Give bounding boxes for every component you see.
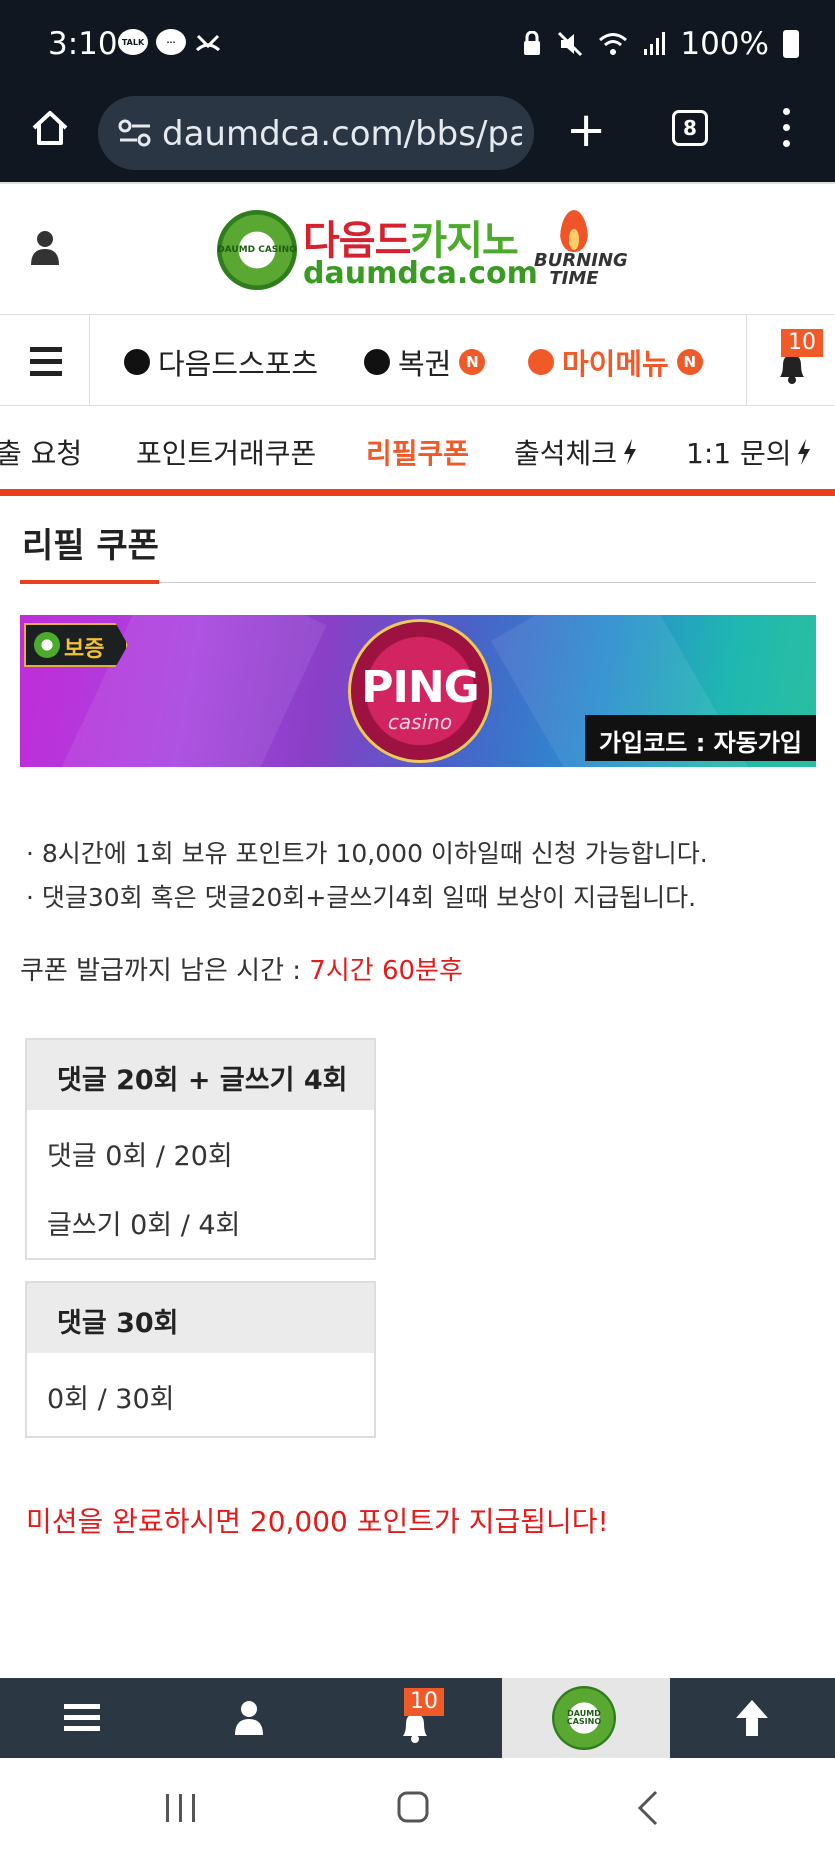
- dot-icon: [124, 349, 150, 375]
- casino-badge-icon: DAUMD CASINO: [552, 1686, 616, 1750]
- user-icon[interactable]: [234, 1700, 264, 1736]
- mission-header: 댓글 30회: [27, 1283, 374, 1353]
- new-tab-icon[interactable]: +: [566, 106, 606, 154]
- wifi-icon: [599, 33, 628, 55]
- site-settings-icon[interactable]: [118, 118, 152, 148]
- dot-icon: [528, 349, 554, 375]
- burning-time-logo[interactable]: BURNING TIME: [530, 208, 628, 292]
- status-bar: 3:10 TALK ··· 100%: [0, 0, 835, 90]
- notification-count: 10: [781, 329, 823, 357]
- flame-icon: [560, 210, 588, 252]
- nav-item-lottery[interactable]: 복권 N: [364, 341, 486, 383]
- warranty-badge: 보증: [24, 623, 128, 667]
- mission-header: 댓글 20회 + 글쓰기 4회: [27, 1040, 374, 1110]
- site-header: DAUMD CASINO 다음드카지노 daumdca.com BURNING …: [0, 182, 835, 314]
- remaining-time-value: 7시간 60분후: [309, 956, 463, 986]
- site-logo[interactable]: DAUMD CASINO 다음드카지노 daumdca.com: [217, 206, 538, 292]
- ping-casino-logo: PING casino: [348, 619, 492, 763]
- status-left-icons: TALK ···: [118, 28, 222, 56]
- home-icon[interactable]: [28, 106, 72, 150]
- mission-progress: 글쓰기 0회 / 4회: [47, 1210, 241, 1241]
- tab-switcher-button[interactable]: 8: [672, 110, 708, 146]
- kakaotalk-icon: TALK: [118, 29, 148, 55]
- reward-message: 미션을 완료하시면 20,000 포인트가 지급됩니다!: [26, 1505, 609, 1538]
- mute-icon: [558, 31, 583, 57]
- dot-icon: [364, 349, 390, 375]
- nav-item-sports[interactable]: 다음드스포츠: [124, 341, 318, 383]
- mission-box: 댓글 30회 0회 / 30회: [25, 1281, 376, 1438]
- main-nav: 다음드스포츠 복권 N 마이메뉴 N 10: [0, 314, 835, 407]
- notification-button[interactable]: 10: [746, 315, 835, 407]
- browser-toolbar: daumdca.com/bbs/page + 8: [0, 90, 835, 182]
- recent-apps-icon[interactable]: [164, 1792, 198, 1824]
- menu-button[interactable]: [0, 315, 90, 407]
- sub-nav: 출 요청 포인트거래쿠폰 리필쿠폰 출석체크 1:1 문의: [0, 406, 835, 496]
- sub-nav-inquiry[interactable]: 1:1 문의: [686, 432, 811, 472]
- battery-icon: [783, 30, 799, 58]
- info-line: · 댓글30회 혹은 댓글20회+글쓰기4회 일때 보상이 지급됩니다.: [26, 883, 697, 912]
- more-options-icon[interactable]: [780, 108, 792, 148]
- title-underline: [20, 580, 159, 584]
- nav-item-mymenu[interactable]: 마이메뉴 N: [528, 341, 703, 383]
- join-code-label: 가입코드 : 자동가입: [585, 715, 816, 761]
- ad-banner[interactable]: 보증 PING casino 가입코드 : 자동가입: [20, 615, 816, 767]
- missed-call-icon: [195, 34, 221, 52]
- url-text[interactable]: daumdca.com/bbs/page: [162, 114, 522, 154]
- lightning-icon: [798, 439, 811, 465]
- lock-icon: [524, 31, 541, 55]
- sub-nav-point-trade-coupon[interactable]: 포인트거래쿠폰: [136, 432, 316, 472]
- mission-progress: 0회 / 30회: [47, 1384, 175, 1415]
- info-line: · 8시간에 1회 보유 포인트가 10,000 이하일때 신청 가능합니다.: [26, 839, 708, 868]
- android-nav-bar: [0, 1758, 835, 1856]
- menu-icon[interactable]: [64, 1702, 100, 1734]
- user-icon[interactable]: [30, 230, 60, 266]
- status-time: 3:10: [48, 26, 118, 62]
- battery-percent: 100%: [680, 26, 769, 62]
- sub-nav-attendance[interactable]: 출석체크: [514, 432, 637, 472]
- home-logo-button[interactable]: DAUMD CASINO: [502, 1678, 670, 1758]
- burning-time-text: BURNING TIME: [534, 250, 628, 289]
- casino-badge-icon: DAUMD CASINO: [217, 210, 297, 290]
- bottom-bar: 10 DAUMD CASINO: [0, 1678, 835, 1758]
- sub-nav-refill-coupon[interactable]: 리필쿠폰: [366, 432, 469, 472]
- signal-icon: [644, 32, 666, 55]
- page-title: 리필 쿠폰: [22, 526, 159, 566]
- address-bar[interactable]: daumdca.com/bbs/page: [98, 96, 534, 170]
- new-badge: N: [676, 349, 703, 375]
- new-badge: N: [459, 349, 486, 375]
- coupon-remaining-time: 쿠폰 발급까지 남은 시간 : 7시간 60분후: [20, 956, 463, 986]
- lightning-icon: [624, 439, 637, 465]
- status-right-icons: 100%: [522, 26, 799, 62]
- mission-progress: 댓글 0회 / 20회: [47, 1141, 233, 1172]
- hamburger-icon: [30, 347, 62, 352]
- back-icon[interactable]: [636, 1790, 660, 1826]
- scroll-top-icon[interactable]: [734, 1698, 770, 1738]
- message-icon: ···: [156, 29, 186, 55]
- notification-count: 10: [404, 1688, 444, 1716]
- sub-nav-request[interactable]: 출 요청: [0, 432, 82, 472]
- casino-badge-icon: [34, 632, 60, 658]
- logo-domain: daumdca.com: [303, 256, 538, 291]
- home-button-icon[interactable]: [396, 1790, 430, 1824]
- mission-box: 댓글 20회 + 글쓰기 4회 댓글 0회 / 20회 글쓰기 0회 / 4회: [25, 1038, 376, 1260]
